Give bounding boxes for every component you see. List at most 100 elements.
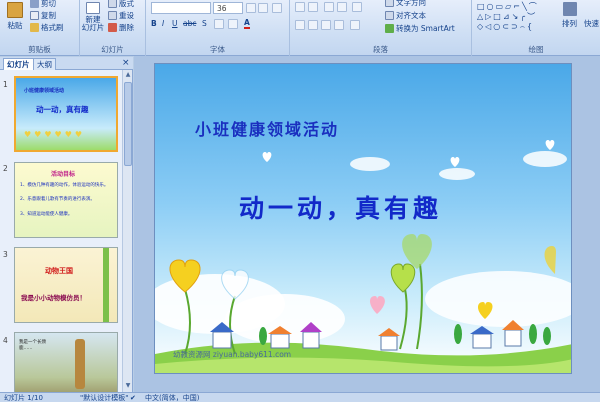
- slide-main-text[interactable]: 动一动，真有趣: [239, 189, 442, 225]
- font-size-value: 36: [217, 4, 227, 13]
- clipboard-group: 粘贴 剪切 复制 格式刷 剪贴板: [0, 0, 80, 56]
- thumbnail-hearts-decoration: ♥♥♥♥♥♥: [24, 130, 86, 139]
- align-center-button[interactable]: [308, 20, 318, 30]
- theme-name: "默认设计模板": [80, 394, 129, 402]
- copy-icon: [30, 11, 39, 20]
- paste-button[interactable]: 粘贴: [3, 2, 27, 31]
- italic-button[interactable]: I: [162, 19, 164, 28]
- close-panel-icon[interactable]: ×: [122, 58, 130, 68]
- paste-label: 粘贴: [7, 21, 23, 30]
- cloud: [523, 151, 567, 167]
- reset-button[interactable]: 重设: [108, 10, 134, 21]
- font-group-label: 字体: [210, 45, 225, 54]
- giraffe-image: [75, 339, 85, 389]
- numbering-button[interactable]: [308, 2, 318, 12]
- font-group: 36 B I U abc S A 字体: [146, 0, 290, 56]
- thumbnail-slide-2[interactable]: 活动目标 1、模仿几种有趣的动作，体验运动的快乐。 2、乐意跟着儿歌有节奏的进行…: [14, 162, 118, 238]
- thumbnail-number: 2: [3, 164, 8, 173]
- house-roof: [378, 328, 400, 336]
- arrange-icon: [562, 2, 577, 16]
- heart-balloon: [390, 263, 416, 293]
- cloud: [350, 157, 390, 171]
- layout-icon: [108, 0, 117, 8]
- cloud: [425, 271, 571, 327]
- new-slide-button[interactable]: 新建 幻灯片: [82, 2, 104, 32]
- delete-slide-button[interactable]: 删除: [108, 22, 134, 33]
- strikethrough-button[interactable]: abc: [183, 19, 196, 28]
- reset-label: 重设: [119, 11, 134, 20]
- flower-stem: [416, 263, 423, 350]
- new-slide-label: 新建 幻灯片: [81, 15, 105, 32]
- change-case-button[interactable]: [228, 19, 238, 29]
- char-spacing-button[interactable]: [214, 19, 224, 29]
- copy-label: 复制: [41, 11, 56, 20]
- small-heart: [262, 152, 272, 162]
- slides-group-label: 幻灯片: [101, 45, 124, 54]
- slide-title[interactable]: 小班健康领域活动: [195, 116, 339, 140]
- align-left-button[interactable]: [295, 20, 305, 30]
- cloud: [439, 168, 475, 180]
- cut-label: 剪切: [41, 0, 56, 8]
- shapes-gallery[interactable]: □○▭▱⌐╲⌒ △▷□⊿↘╭︶ ◇◁○⊂⊃⌢{: [477, 2, 557, 34]
- thumbnail-number: 4: [3, 336, 8, 345]
- font-family-combo[interactable]: [151, 2, 211, 14]
- house: [504, 329, 522, 347]
- bamboo-decoration: [103, 248, 109, 322]
- underline-button[interactable]: U: [172, 19, 178, 28]
- font-size-combo[interactable]: 36: [213, 2, 243, 14]
- thumbnail-title: 小班健康领域活动: [24, 88, 65, 94]
- tree: [259, 327, 267, 345]
- line-spacing-button[interactable]: [352, 2, 362, 12]
- scissors-icon: [30, 0, 39, 8]
- justify-button[interactable]: [334, 20, 344, 30]
- thumbnail-text: 我是一个长颈鹿……: [19, 340, 46, 351]
- house-roof: [470, 326, 494, 334]
- thumbnail-slide-4[interactable]: 我是一个长颈鹿……: [14, 332, 118, 392]
- watermark-text: 幼教资源网 ziyuan.baby611.com: [173, 350, 292, 359]
- convert-smartart-button[interactable]: 转换为 SmartArt: [385, 23, 455, 34]
- tab-slides[interactable]: 幻灯片: [3, 58, 34, 70]
- reset-icon: [108, 11, 117, 20]
- thumbnail-slide-1[interactable]: 小班健康领域活动 动一动，真有趣 ♥♥♥♥♥♥: [14, 76, 118, 152]
- grow-font-button[interactable]: [246, 3, 256, 13]
- increase-indent-button[interactable]: [337, 2, 347, 12]
- quick-styles-button[interactable]: 快速: [584, 18, 599, 29]
- current-slide[interactable]: 小班健康领域活动 动一动，真有趣 幼教资源网 ziyuan.baby611.co…: [154, 63, 572, 374]
- font-color-icon: A: [244, 18, 250, 29]
- thumbnail-line: 1、模仿几种有趣的动作，体验运动的快乐。: [20, 183, 109, 188]
- layout-label: 版式: [119, 0, 134, 8]
- heart-balloon: [544, 246, 556, 274]
- layout-button[interactable]: 版式: [108, 0, 134, 9]
- bold-button[interactable]: B: [151, 19, 157, 28]
- arrange-button[interactable]: 排列: [562, 2, 577, 29]
- thumbnail-title: 动物王国: [45, 267, 73, 275]
- small-heart: [450, 157, 460, 167]
- tab-outline[interactable]: 大纲: [33, 58, 56, 70]
- clear-format-button[interactable]: [272, 3, 282, 13]
- house: [270, 333, 290, 349]
- bullets-button[interactable]: [295, 2, 305, 12]
- align-right-button[interactable]: [321, 20, 331, 30]
- scroll-thumb[interactable]: [124, 82, 132, 166]
- scroll-down-icon[interactable]: ▼: [124, 382, 132, 391]
- text-direction-icon: [385, 0, 394, 7]
- house: [212, 331, 232, 349]
- panel-tabbar: 幻灯片 大纲 ×: [0, 57, 133, 70]
- slides-group: 新建 幻灯片 版式 重设 删除 幻灯片: [80, 0, 146, 56]
- columns-button[interactable]: [350, 20, 360, 30]
- shrink-font-button[interactable]: [258, 3, 268, 13]
- paste-icon: [7, 2, 23, 18]
- thumbnail-slide-3[interactable]: 动物王国 我是小小动物模仿员！: [14, 247, 118, 323]
- text-direction-button[interactable]: 文字方向: [385, 0, 426, 8]
- drawing-group: □○▭▱⌐╲⌒ △▷□⊿↘╭︶ ◇◁○⊂⊃⌢{ 排列 快速 绘图: [472, 0, 600, 56]
- shadow-button[interactable]: S: [202, 19, 207, 28]
- align-text-button[interactable]: 对齐文本: [385, 10, 426, 21]
- cut-button[interactable]: 剪切: [30, 0, 56, 9]
- thumbnail-scrollbar[interactable]: ▲ ▼: [122, 70, 132, 392]
- thumbnail-title: 活动目标: [51, 171, 76, 178]
- font-color-button[interactable]: A: [244, 18, 250, 29]
- format-painter-button[interactable]: 格式刷: [30, 22, 64, 33]
- scroll-up-icon[interactable]: ▲: [124, 71, 132, 80]
- decrease-indent-button[interactable]: [324, 2, 334, 12]
- copy-button[interactable]: 复制: [30, 10, 56, 21]
